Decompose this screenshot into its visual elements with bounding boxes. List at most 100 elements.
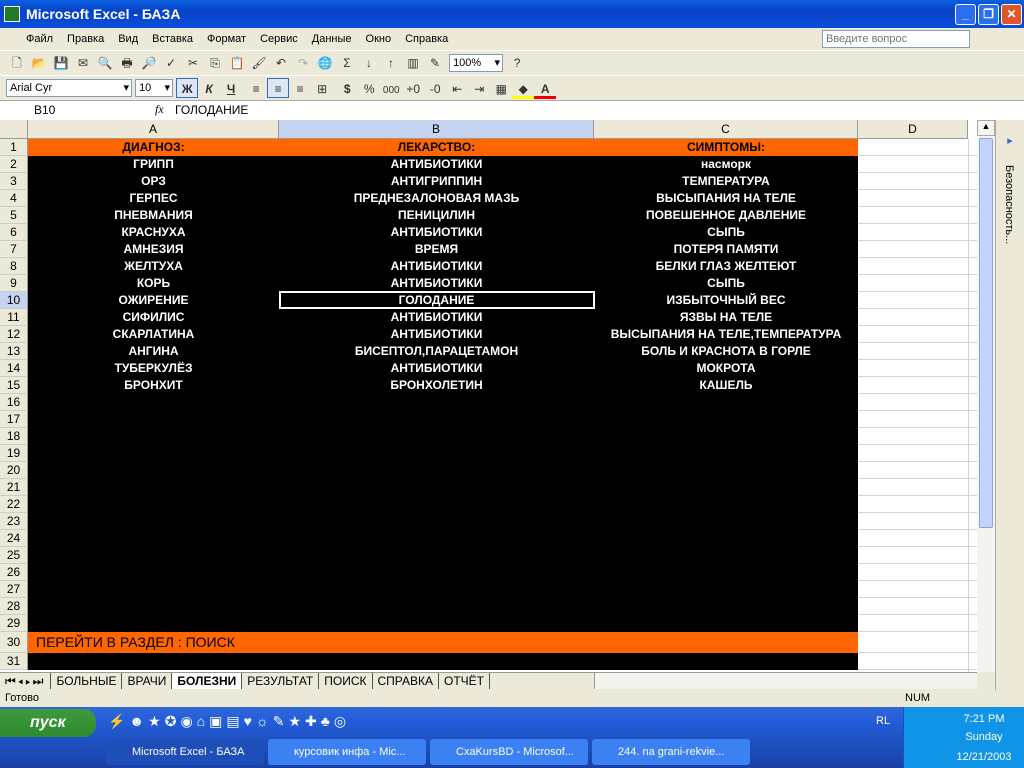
row-header[interactable]: 29 xyxy=(0,615,28,632)
row-header[interactable]: 10 xyxy=(0,292,28,309)
header-cell[interactable]: ЛЕКАРСТВО: xyxy=(279,139,594,156)
sort-ascending-icon[interactable]: ↓ xyxy=(358,53,380,73)
table-cell[interactable]: ПНЕВМАНИЯ xyxy=(28,207,279,224)
start-button[interactable]: пуск xyxy=(0,709,96,737)
language-indicator[interactable]: RL xyxy=(876,715,890,727)
row-header[interactable]: 19 xyxy=(0,445,28,462)
fx-icon[interactable]: fx xyxy=(155,102,164,117)
sheet-tab-2[interactable]: ВРАЧИ xyxy=(122,673,173,689)
table-cell[interactable]: АНТИБИОТИКИ xyxy=(279,309,594,326)
menu-window[interactable]: Окно xyxy=(359,28,399,50)
table-cell[interactable]: ЯЗВЫ НА ТЕЛЕ xyxy=(594,309,858,326)
table-cell[interactable]: ПРЕДНЕЗАЛОНОВАЯ МАЗЬ xyxy=(279,190,594,207)
row-header[interactable]: 7 xyxy=(0,241,28,258)
format-painter-icon[interactable]: 🖌 xyxy=(248,53,270,73)
merge-center-icon[interactable]: ⊞ xyxy=(311,79,333,99)
clock-time[interactable]: 7:21 PM xyxy=(944,713,1024,725)
menu-insert[interactable]: Вставка xyxy=(145,28,200,50)
active-cell-selection[interactable] xyxy=(278,290,596,310)
decrease-indent-icon[interactable]: ⇤ xyxy=(446,79,468,99)
row-header[interactable]: 28 xyxy=(0,598,28,615)
header-cell[interactable]: ДИАГНОЗ: xyxy=(28,139,279,156)
autosum-button[interactable]: Σ xyxy=(336,53,358,73)
table-cell[interactable]: БРОНХОЛЕТИН xyxy=(279,377,594,394)
preview-icon[interactable]: 🔎 xyxy=(138,53,160,73)
bold-button[interactable]: Ж xyxy=(176,78,199,98)
redo-icon[interactable]: ↷ xyxy=(292,53,314,73)
font-size-select[interactable]: 10 xyxy=(135,79,174,97)
row-header[interactable]: 5 xyxy=(0,207,28,224)
sheet-tab-1[interactable]: БОЛЬНЫЕ xyxy=(51,673,123,689)
table-cell[interactable]: АНТИБИОТИКИ xyxy=(279,275,594,292)
table-cell[interactable]: БОЛЬ И КРАСНОТА В ГОРЛЕ xyxy=(594,343,858,360)
table-cell[interactable]: АНТИБИОТИКИ xyxy=(279,156,594,173)
sheet-tab-6[interactable]: СПРАВКА xyxy=(373,673,439,689)
cut-icon[interactable]: ✂ xyxy=(182,53,204,73)
name-box[interactable]: B10 xyxy=(2,102,120,119)
menu-view[interactable]: Вид xyxy=(111,28,145,50)
table-cell[interactable]: ГРИПП xyxy=(28,156,279,173)
security-pane-label[interactable]: Безопасность... xyxy=(1003,165,1015,255)
row-header[interactable]: 26 xyxy=(0,564,28,581)
row-header[interactable]: 21 xyxy=(0,479,28,496)
column-header-a[interactable]: A xyxy=(28,120,279,139)
formula-input[interactable]: ГОЛОДАНИЕ xyxy=(175,103,248,117)
table-cell[interactable]: ОЖИРЕНИЕ xyxy=(28,292,279,309)
vertical-scrollbar[interactable]: ▲ xyxy=(977,120,995,672)
worksheet-grid[interactable]: A B C D 1 2 3 4 5 6 7 8 9 10 11 12 13 14 15 16 17 18 19 20 21 22 2… xyxy=(0,120,977,672)
sheet-tab-5[interactable]: ПОИСК xyxy=(319,673,373,689)
task-excel[interactable]: Microsoft Excel - БАЗА xyxy=(106,739,264,765)
row-header[interactable]: 8 xyxy=(0,258,28,275)
goto-search-link[interactable]: ПЕРЕЙТИ В РАЗДЕЛ : ПОИСК xyxy=(36,632,856,653)
task-word-1[interactable]: курсовик инфа - Mic... xyxy=(268,739,426,765)
currency-button[interactable]: $ xyxy=(336,79,358,99)
hyperlink-icon[interactable]: 🌐 xyxy=(314,53,336,73)
italic-button[interactable]: К xyxy=(198,79,220,99)
row-header[interactable]: 27 xyxy=(0,581,28,598)
row-header[interactable]: 23 xyxy=(0,513,28,530)
row-header[interactable]: 31 xyxy=(0,653,28,670)
spelling-icon[interactable]: ✓ xyxy=(160,53,182,73)
table-cell[interactable]: МОКРОТА xyxy=(594,360,858,377)
open-icon[interactable]: 📂 xyxy=(28,53,50,73)
table-cell[interactable]: ПОВЕШЕННОЕ ДАВЛЕНИЕ xyxy=(594,207,858,224)
header-cell[interactable]: СИМПТОМЫ: xyxy=(594,139,858,156)
scroll-thumb[interactable] xyxy=(979,138,993,528)
table-cell[interactable]: КОРЬ xyxy=(28,275,279,292)
table-cell[interactable]: ПЕНИЦИЛИН xyxy=(279,207,594,224)
table-cell[interactable]: ТЕМПЕРАТУРА xyxy=(594,173,858,190)
table-cell[interactable]: насморк xyxy=(594,156,858,173)
undo-icon[interactable]: ↶ xyxy=(270,53,292,73)
row-header[interactable]: 9 xyxy=(0,275,28,292)
zoom-select[interactable]: 100% xyxy=(449,54,504,72)
row-header[interactable]: 13 xyxy=(0,343,28,360)
table-cell[interactable]: ОРЗ xyxy=(28,173,279,190)
table-cell[interactable]: ВРЕМЯ xyxy=(279,241,594,258)
row-header[interactable]: 30 xyxy=(0,632,28,653)
align-left-icon[interactable]: ≡ xyxy=(245,79,267,99)
row-header[interactable]: 18 xyxy=(0,428,28,445)
align-right-icon[interactable]: ≡ xyxy=(289,79,311,99)
row-header[interactable]: 6 xyxy=(0,224,28,241)
table-cell[interactable]: КРАСНУХА xyxy=(28,224,279,241)
row-header[interactable]: 2 xyxy=(0,156,28,173)
sheet-tab-7[interactable]: ОТЧЁТ xyxy=(439,673,491,689)
chart-wizard-icon[interactable]: ▥ xyxy=(402,53,424,73)
column-header-b[interactable]: B xyxy=(279,120,594,139)
row-header[interactable]: 1 xyxy=(0,139,28,156)
table-cell[interactable]: БЕЛКИ ГЛАЗ ЖЕЛТЕЮТ xyxy=(594,258,858,275)
menu-edit[interactable]: Правка xyxy=(60,28,111,50)
horizontal-scrollbar[interactable] xyxy=(594,673,977,689)
select-all-corner[interactable] xyxy=(0,120,28,139)
table-cell[interactable]: ПОТЕРЯ ПАМЯТИ xyxy=(594,241,858,258)
table-cell[interactable]: ЖЕЛТУХА xyxy=(28,258,279,275)
table-cell[interactable]: АНГИНА xyxy=(28,343,279,360)
new-icon[interactable]: 🗋 xyxy=(6,53,28,73)
table-cell[interactable]: СИФИЛИС xyxy=(28,309,279,326)
print-icon[interactable]: 🖶 xyxy=(116,53,138,73)
sort-descending-icon[interactable]: ↑ xyxy=(380,53,402,73)
row-header[interactable]: 22 xyxy=(0,496,28,513)
table-cell[interactable]: КАШЕЛЬ xyxy=(594,377,858,394)
close-button[interactable]: ✕ xyxy=(1001,4,1022,25)
borders-icon[interactable]: ▦ xyxy=(490,79,512,99)
